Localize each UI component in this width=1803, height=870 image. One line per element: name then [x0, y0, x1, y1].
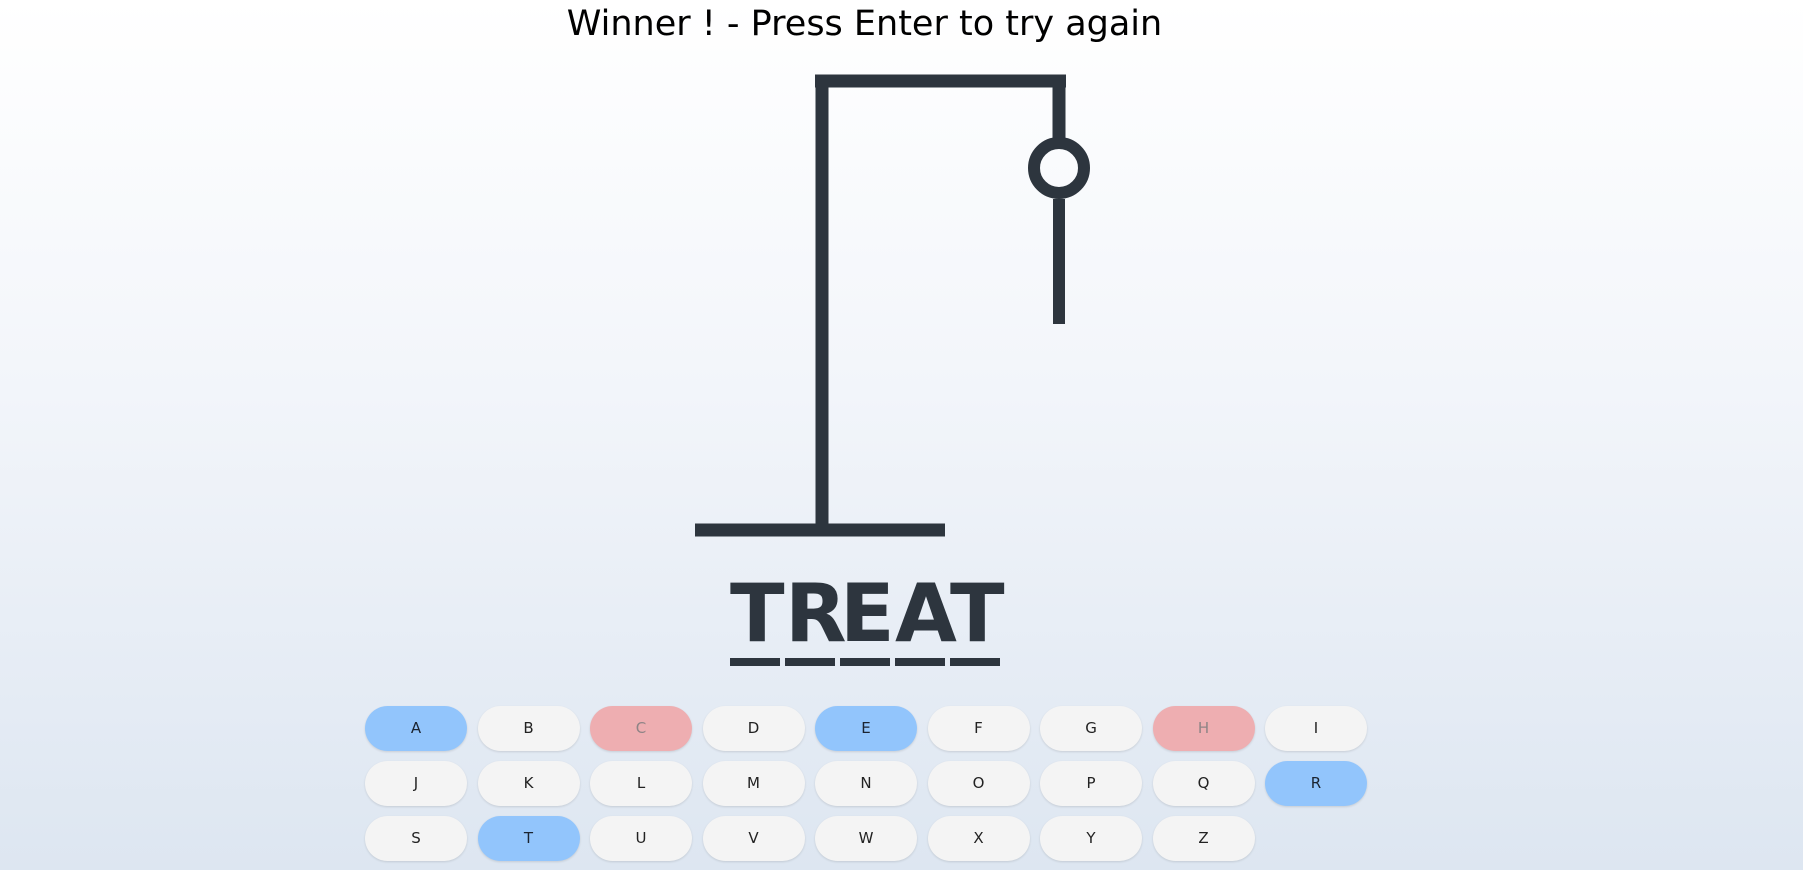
letter-keyboard: ABCDEFGHI JKLMNOPQR STUVWXYZ	[365, 706, 1367, 861]
letter-key-u[interactable]: U	[590, 816, 692, 861]
letter-key-t[interactable]: T	[477, 816, 580, 861]
word-letter: E	[840, 570, 895, 666]
hangman-drawing	[695, 74, 1090, 537]
hangman-head	[1028, 137, 1090, 199]
letter-key-v[interactable]: V	[702, 816, 805, 861]
letter-key-f[interactable]: F	[927, 706, 1030, 751]
letter-key-n[interactable]: N	[815, 761, 917, 806]
letter-key-p[interactable]: P	[1040, 761, 1142, 806]
letter-key-j[interactable]: J	[365, 761, 467, 806]
letter-key-m[interactable]: M	[702, 761, 805, 806]
letter-key-g[interactable]: G	[1040, 706, 1142, 751]
letter-key-k[interactable]: K	[477, 761, 580, 806]
letter-key-y[interactable]: Y	[1040, 816, 1142, 861]
letter-key-q[interactable]: Q	[1152, 761, 1255, 806]
letter-key-a[interactable]: A	[365, 706, 467, 751]
letter-key-x[interactable]: X	[927, 816, 1030, 861]
letter-key-b[interactable]: B	[477, 706, 580, 751]
letter-key-h[interactable]: H	[1152, 706, 1255, 751]
word-letter: R	[785, 570, 847, 666]
letter-key-c[interactable]: C	[590, 706, 692, 751]
word-letter: T	[730, 570, 785, 666]
letter-key-z[interactable]: Z	[1152, 816, 1255, 861]
word-letter: T	[950, 570, 1005, 666]
letter-key-d[interactable]: D	[702, 706, 805, 751]
letter-key-r[interactable]: R	[1265, 761, 1367, 806]
letter-key-e[interactable]: E	[815, 706, 917, 751]
letter-key-l[interactable]: L	[590, 761, 692, 806]
hangman-figure	[1028, 137, 1090, 324]
letter-key-o[interactable]: O	[927, 761, 1030, 806]
letter-key-s[interactable]: S	[365, 816, 467, 861]
word-letter: A	[895, 570, 957, 666]
word-display: TREAT	[730, 570, 1005, 666]
letter-key-w[interactable]: W	[815, 816, 917, 861]
letter-key-i[interactable]: I	[1265, 706, 1367, 751]
